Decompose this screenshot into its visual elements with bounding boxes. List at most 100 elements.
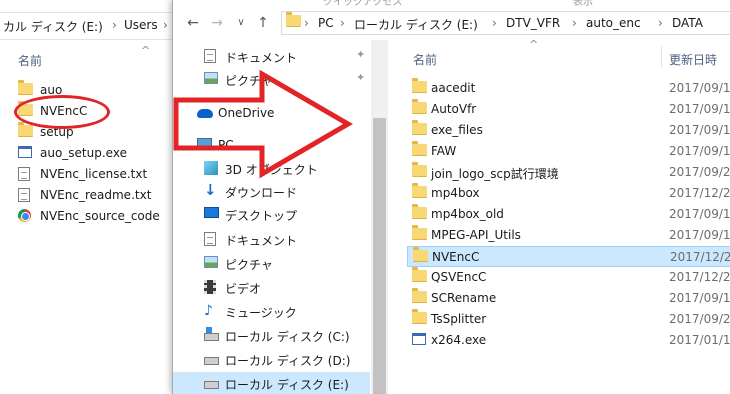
- breadcrumb-drive-e[interactable]: カル ディスク (E:): [3, 18, 103, 35]
- back-address-bar[interactable]: カル ディスク (E:) › Users ›: [0, 12, 172, 40]
- folder-icon: [412, 78, 427, 96]
- file-date: 2017/09/21: [669, 312, 730, 326]
- red-circle-annotation: [14, 95, 110, 129]
- column-name-header[interactable]: 名前: [413, 51, 437, 68]
- file-row[interactable]: MPEG-API_Utils 2017/09/18: [407, 225, 730, 246]
- nav-item-label: ダウンロード: [225, 186, 298, 200]
- file-row[interactable]: QSVEncC 2017/12/25: [407, 267, 730, 288]
- breadcrumb-users[interactable]: Users: [124, 18, 158, 32]
- list-column-header: ^ 名前 更新日時: [389, 38, 730, 74]
- file-row[interactable]: x264.exe 2017/01/10: [407, 330, 730, 351]
- nav-item-drive-e[interactable]: ローカル ディスク (E:): [173, 372, 370, 394]
- folder-icon: [18, 80, 33, 98]
- red-arrow-annotation: [173, 70, 353, 179]
- up-arrow-icon[interactable]: ↑: [255, 14, 271, 32]
- nav-item-pictures[interactable]: ピクチャ: [173, 252, 370, 274]
- file-row[interactable]: join_logo_scp試行環境 2017/09/21: [407, 162, 730, 183]
- folder-icon: [18, 122, 33, 140]
- ribbon-quick-access-label[interactable]: クイックアクセス: [323, 0, 403, 8]
- address-folder-icon: [286, 12, 301, 30]
- breadcrumb-auto-enc[interactable]: auto_enc: [586, 16, 641, 30]
- file-row[interactable]: TsSplitter 2017/09/21: [407, 309, 730, 330]
- video-icon: [204, 280, 216, 297]
- file-row[interactable]: exe_files 2017/09/18: [407, 120, 730, 141]
- file-name: mp4box_old: [431, 207, 504, 221]
- folder-icon: [412, 99, 427, 117]
- breadcrumb-separator-icon: ›: [572, 16, 577, 30]
- nav-item-downloads[interactable]: ↓ ダウンロード: [173, 180, 370, 202]
- file-date: 2017/01/10: [669, 333, 730, 347]
- file-date: 2017/12/29: [669, 186, 730, 200]
- column-name-header[interactable]: 名前: [18, 52, 42, 69]
- folder-icon: [412, 204, 427, 222]
- nav-pane-scrollbar[interactable]: [371, 40, 388, 394]
- file-row[interactable]: SCRename 2017/09/18: [407, 288, 730, 309]
- nav-item-label: デスクトップ: [225, 209, 298, 223]
- file-name: mp4box: [431, 186, 480, 200]
- front-explorer-window: クイックアクセス 表示 ← → ∨ ↑ › PC › ローカル ディスク (E:…: [172, 0, 730, 394]
- drive-c-icon: [204, 327, 219, 344]
- column-divider[interactable]: [661, 46, 662, 68]
- folder-icon: [412, 162, 427, 180]
- file-row[interactable]: AutoVfr 2017/09/18: [407, 99, 730, 120]
- sort-ascending-icon: ^: [529, 38, 539, 51]
- nav-item-drive-c[interactable]: ローカル ディスク (C:): [173, 324, 370, 346]
- file-row[interactable]: mp4box_old 2017/09/18: [407, 204, 730, 225]
- pin-icon[interactable]: ✦: [356, 48, 365, 61]
- pin-icon[interactable]: ✦: [356, 71, 365, 84]
- file-name: NVEnc_license.txt: [40, 167, 148, 181]
- breadcrumb-separator-icon: ›: [658, 16, 663, 30]
- back-column-header[interactable]: ^ 名前: [0, 44, 172, 72]
- column-date-header[interactable]: 更新日時: [669, 51, 717, 68]
- file-date: 2017/12/25: [669, 270, 730, 284]
- file-date: 2017/09/18: [669, 291, 730, 305]
- file-name: NVEnc_source_code: [40, 209, 160, 223]
- desktop-icon: [204, 207, 219, 221]
- navigation-bar: ← → ∨ ↑ › PC › ローカル ディスク (E:) › DTV_VFR …: [173, 8, 730, 38]
- nav-item-music[interactable]: ♪ ミュージック: [173, 300, 370, 322]
- forward-arrow-icon[interactable]: →: [209, 14, 225, 32]
- breadcrumb-dtv-vfr[interactable]: DTV_VFR: [506, 16, 560, 30]
- drive-icon: [204, 376, 219, 392]
- nav-item-label: ビデオ: [225, 282, 262, 296]
- file-row-selected[interactable]: NVEncC 2017/12/24: [407, 246, 730, 267]
- breadcrumb-data[interactable]: DATA: [672, 16, 703, 30]
- file-name: AutoVfr: [431, 102, 477, 116]
- nav-item-desktop[interactable]: デスクトップ: [173, 203, 370, 225]
- breadcrumb-drive-e[interactable]: ローカル ディスク (E:): [354, 16, 478, 33]
- file-name: exe_files: [431, 123, 483, 137]
- pictures-icon: [204, 256, 218, 271]
- nav-item-label: ドキュメント: [225, 51, 298, 65]
- folder-icon: [412, 288, 427, 306]
- download-icon: ↓: [204, 181, 217, 199]
- file-row[interactable]: mp4box 2017/12/29: [407, 183, 730, 204]
- file-name: SCRename: [431, 291, 497, 305]
- file-name: TsSplitter: [431, 312, 487, 326]
- back-explorer-window: カル ディスク (E:) › Users › ^ 名前 auo NVEncC s…: [0, 0, 172, 394]
- nav-item-documents[interactable]: ドキュメント: [173, 228, 370, 250]
- recent-locations-chevron-icon[interactable]: ∨: [233, 14, 249, 32]
- chrome-icon: [18, 209, 31, 225]
- breadcrumb-separator-icon: ›: [304, 16, 309, 30]
- file-date: 2017/09/18: [669, 81, 730, 95]
- file-row[interactable]: aacedit 2017/09/18: [407, 78, 730, 99]
- breadcrumb-separator-icon: ›: [163, 18, 168, 32]
- breadcrumb-separator-icon: ›: [340, 16, 345, 30]
- back-arrow-icon[interactable]: ←: [185, 14, 201, 32]
- folder-icon: [412, 225, 427, 243]
- file-row[interactable]: FAW 2017/09/18: [407, 141, 730, 162]
- exe-icon: [18, 146, 32, 161]
- file-name: auo_setup.exe: [40, 146, 127, 160]
- nav-item-videos[interactable]: ビデオ: [173, 276, 370, 298]
- address-bar[interactable]: › PC › ローカル ディスク (E:) › DTV_VFR › auto_e…: [281, 11, 730, 35]
- nav-item-label: ローカル ディスク (C:): [225, 330, 350, 344]
- scrollbar-thumb[interactable]: [373, 118, 386, 394]
- documents-icon: [204, 232, 216, 249]
- nav-item-drive-d[interactable]: ローカル ディスク (D:): [173, 348, 370, 370]
- folder-icon: [412, 120, 427, 138]
- breadcrumb-separator-icon: ›: [112, 18, 117, 32]
- ribbon-view-label[interactable]: 表示: [573, 0, 593, 8]
- breadcrumb-pc[interactable]: PC: [318, 16, 334, 30]
- text-file-icon: [18, 167, 30, 184]
- nav-item-documents-pinned[interactable]: ドキュメント ✦: [173, 45, 370, 67]
